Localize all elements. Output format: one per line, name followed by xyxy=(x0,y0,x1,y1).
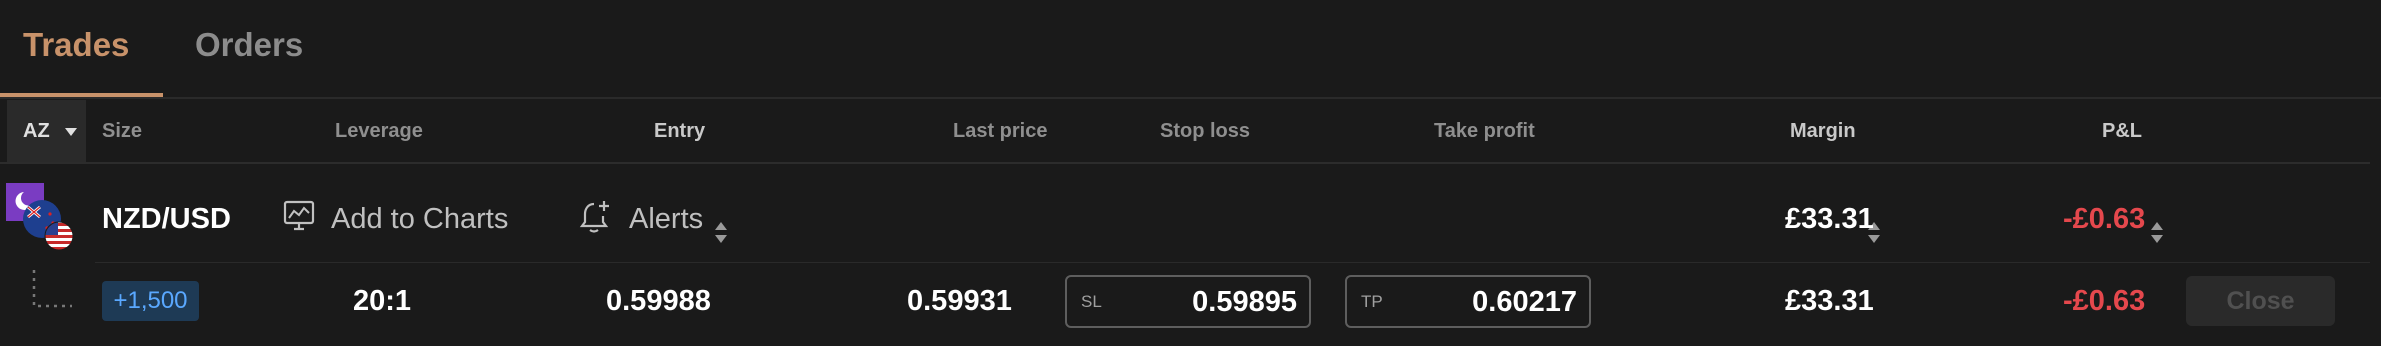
tab-orders[interactable]: Orders xyxy=(195,26,303,64)
take-profit-tag: TP xyxy=(1361,292,1383,311)
trade-size-badge: +1,500 xyxy=(102,281,199,321)
column-header-last-price: Last price xyxy=(953,120,1048,142)
stop-loss-tag: SL xyxy=(1081,292,1102,311)
header-divider xyxy=(0,162,2370,164)
column-header-entry[interactable]: Entry xyxy=(654,120,705,143)
add-to-charts-label: Add to Charts xyxy=(331,203,509,235)
chart-monitor-icon xyxy=(283,200,315,231)
tab-bar: Trades Orders xyxy=(0,0,2381,99)
take-profit-value: 0.60217 xyxy=(1472,286,1577,318)
alerts-button[interactable]: Alerts xyxy=(578,199,728,239)
stop-loss-value: 0.59895 xyxy=(1192,286,1297,318)
tab-trades[interactable]: Trades xyxy=(23,26,129,64)
column-header-size: Size xyxy=(102,120,143,142)
alerts-label: Alerts xyxy=(629,203,704,235)
trade-margin: £33.31 xyxy=(1785,285,1874,317)
column-header-take-profit: Take profit xyxy=(1434,120,1535,142)
table-header: AZ Size Leverage Entry Last price Stop l… xyxy=(0,100,2381,243)
position-row[interactable]: NZD/USD Add to Charts Alerts £33.31 -£0.… xyxy=(0,165,2381,263)
position-pnl: -£0.63 xyxy=(2063,203,2146,235)
tabs-divider xyxy=(0,97,2381,99)
add-to-charts-button[interactable]: Add to Charts xyxy=(282,199,527,239)
sort-az-button[interactable]: AZ xyxy=(7,100,86,164)
instrument-flags xyxy=(6,183,76,253)
trade-leverage: 20:1 xyxy=(353,285,412,317)
instrument-symbol[interactable]: NZD/USD xyxy=(102,203,231,236)
tree-connector-icon xyxy=(32,270,72,308)
bell-plus-icon xyxy=(579,201,609,233)
column-header-leverage: Leverage xyxy=(335,120,423,142)
position-margin: £33.31 xyxy=(1785,203,1874,235)
close-trade-button[interactable]: Close xyxy=(2186,276,2335,326)
flag-usa-icon xyxy=(44,221,74,251)
trade-pnl: -£0.63 xyxy=(2063,285,2146,317)
column-header-stop-loss: Stop loss xyxy=(1160,120,1251,142)
trade-last-price: 0.59931 xyxy=(907,285,1012,317)
trade-entry-price: 0.59988 xyxy=(606,285,711,317)
sort-az-label: AZ xyxy=(23,120,50,142)
column-header-margin[interactable]: Margin xyxy=(1790,120,1856,143)
take-profit-field[interactable]: TP 0.60217 xyxy=(1345,275,1591,328)
column-header-pnl[interactable]: P&L xyxy=(2102,120,2142,143)
chevron-down-icon xyxy=(65,128,77,136)
stop-loss-field[interactable]: SL 0.59895 xyxy=(1065,275,1311,328)
trade-row[interactable]: +1,500 20:1 0.59988 0.59931 SL 0.59895 T… xyxy=(0,263,2381,346)
